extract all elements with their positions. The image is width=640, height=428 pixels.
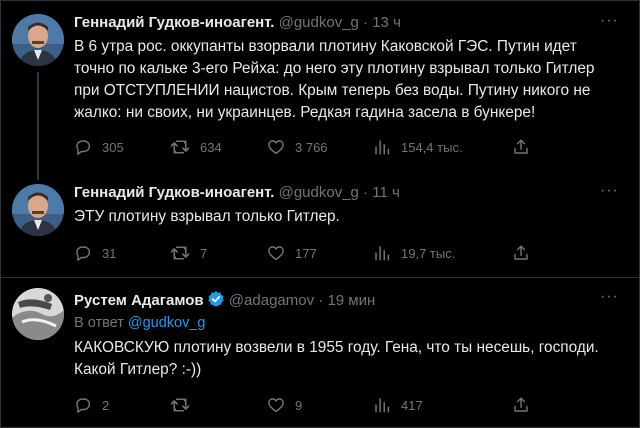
- more-icon[interactable]: ···: [600, 182, 619, 200]
- author-handle[interactable]: @adagamov: [229, 292, 314, 309]
- reply-button[interactable]: 2: [74, 396, 109, 414]
- share-button[interactable]: [512, 396, 530, 414]
- reply-icon: [76, 246, 91, 261]
- tweet-header: Рустем Адагамов @adagamov · 19 мин: [74, 290, 375, 309]
- separator-dot: ·: [363, 184, 369, 201]
- like-button[interactable]: 177: [267, 244, 317, 262]
- tweet-text-line: жалко: ни своих, ни украинцев. Редкая га…: [74, 104, 536, 121]
- tweet-text: ЭТУ плотину взрывал только Гитлер.: [74, 206, 624, 228]
- views-icon: [375, 246, 390, 261]
- tweet-3[interactable]: Рустем Адагамов @adagamov · 19 мин ··· В…: [0, 278, 640, 428]
- like-icon: [268, 246, 284, 261]
- views-button[interactable]: 154,4 тыс.: [373, 138, 463, 156]
- author-name[interactable]: Геннадий Гудков-иноагент.: [74, 14, 274, 31]
- avatar-gudkov[interactable]: [12, 14, 64, 66]
- more-icon[interactable]: ···: [600, 288, 619, 306]
- views-count: 417: [401, 397, 423, 413]
- tweet-header: Геннадий Гудков-иноагент. @gudkov_g · 11…: [74, 184, 400, 201]
- like-count: 3 766: [295, 139, 328, 155]
- like-icon: [268, 398, 284, 413]
- timestamp[interactable]: 13 ч: [372, 14, 401, 31]
- tweet-text-line: при ОТСТУПЛЕНИИ нацистов. Крым теперь бе…: [74, 82, 591, 99]
- tweet-2[interactable]: Геннадий Гудков-иноагент. @gudkov_g · 11…: [0, 172, 640, 282]
- author-handle[interactable]: @gudkov_g: [279, 184, 359, 201]
- avatar-adagamov[interactable]: [12, 288, 64, 340]
- tweet-text: КАКОВСКУЮ плотину возвели в 1955 году. Г…: [74, 337, 624, 381]
- views-button[interactable]: 19,7 тыс.: [373, 244, 455, 262]
- share-button[interactable]: [512, 244, 530, 262]
- share-icon: [514, 245, 528, 260]
- reply-prefix: В ответ: [74, 315, 124, 331]
- like-count: 9: [295, 397, 303, 413]
- reply-count: 2: [102, 397, 110, 413]
- author-name[interactable]: Рустем Адагамов: [74, 292, 204, 309]
- tweet-1[interactable]: Геннадий Гудков-иноагент. @gudkov_g · 13…: [0, 0, 640, 180]
- views-count: 154,4 тыс.: [401, 139, 463, 155]
- retweet-icon: [170, 398, 190, 412]
- retweet-button[interactable]: [170, 396, 200, 414]
- retweet-count: 7: [200, 245, 208, 261]
- retweet-button[interactable]: 634: [170, 138, 222, 156]
- retweet-icon: [170, 246, 190, 260]
- tweet-text-line: КАКОВСКУЮ плотину возвели в 1955 году. Г…: [74, 339, 599, 356]
- more-icon[interactable]: ···: [600, 12, 619, 30]
- like-count: 177: [295, 245, 317, 261]
- tweet-header: Геннадий Гудков-иноагент. @gudkov_g · 13…: [74, 14, 401, 31]
- retweet-button[interactable]: 7: [170, 244, 207, 262]
- retweet-count: 634: [200, 139, 222, 155]
- share-icon: [514, 139, 528, 154]
- tweet-text-line: ЭТУ плотину взрывал только Гитлер.: [74, 208, 340, 225]
- tweet-text-line: точно по кальке 3-его Рейха: до него эту…: [74, 60, 595, 77]
- views-icon: [375, 140, 390, 155]
- retweet-icon: [170, 140, 190, 154]
- tweet-text-line: Какой Гитлер? :-)): [74, 361, 202, 378]
- avatar-gudkov[interactable]: [12, 184, 64, 236]
- verified-badge-icon[interactable]: [207, 290, 225, 308]
- views-count: 19,7 тыс.: [401, 245, 456, 261]
- reply-button[interactable]: 305: [74, 138, 124, 156]
- tweet-text: В 6 утра рос. оккупанты взорвали плотину…: [74, 36, 624, 124]
- like-button[interactable]: 3 766: [267, 138, 328, 156]
- views-button[interactable]: 417: [373, 396, 423, 414]
- views-icon: [375, 398, 390, 413]
- like-icon: [268, 140, 284, 155]
- timestamp[interactable]: 19 мин: [327, 292, 375, 309]
- reply-count: 31: [102, 245, 117, 261]
- avatar-image: [12, 14, 64, 66]
- timestamp[interactable]: 11 ч: [372, 184, 400, 201]
- reply-button[interactable]: 31: [74, 244, 116, 262]
- reply-handle-link[interactable]: @gudkov_g: [128, 315, 206, 331]
- tweet-text-line: В 6 утра рос. оккупанты взорвали плотину…: [74, 38, 577, 55]
- author-name[interactable]: Геннадий Гудков-иноагент.: [74, 184, 274, 201]
- share-icon: [514, 397, 528, 412]
- share-button[interactable]: [512, 138, 530, 156]
- reply-icon: [76, 140, 91, 155]
- reply-icon: [76, 398, 91, 413]
- thread-connector: [37, 72, 39, 180]
- separator-dot: ·: [318, 292, 324, 309]
- separator-dot: ·: [363, 14, 369, 31]
- avatar-image: [12, 184, 64, 236]
- avatar-image: [12, 288, 64, 340]
- author-handle[interactable]: @gudkov_g: [279, 14, 359, 31]
- reply-count: 305: [102, 139, 124, 155]
- reply-context: В ответ @gudkov_g: [74, 315, 206, 331]
- like-button[interactable]: 9: [267, 396, 302, 414]
